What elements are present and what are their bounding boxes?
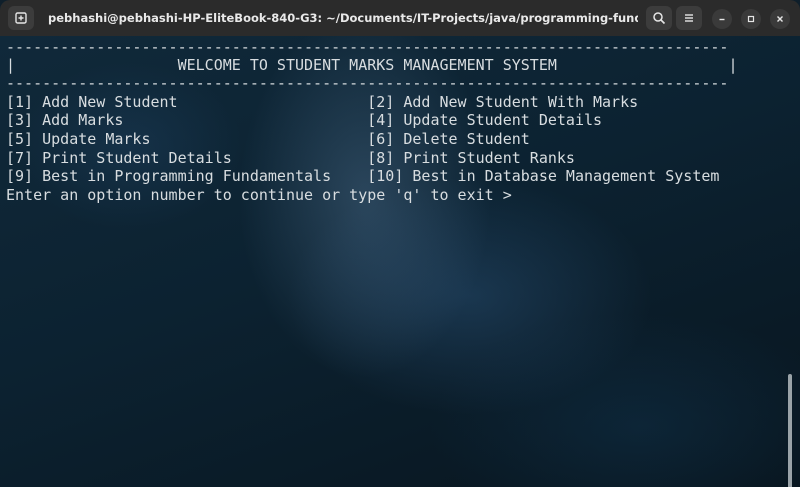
search-button[interactable] bbox=[646, 6, 672, 30]
welcome-banner: | WELCOME TO STUDENT MARKS MANAGEMENT SY… bbox=[6, 56, 738, 74]
input-prompt: Enter an option number to continue or ty… bbox=[6, 186, 512, 204]
close-button[interactable] bbox=[770, 9, 790, 29]
menu-row: [9] Best in Programming Fundamentals [10… bbox=[6, 167, 720, 185]
separator-bottom: ----------------------------------------… bbox=[6, 74, 729, 92]
maximize-button[interactable] bbox=[741, 9, 761, 29]
scrollbar-thumb[interactable] bbox=[788, 374, 792, 487]
new-tab-button[interactable] bbox=[8, 6, 34, 30]
menu-button[interactable] bbox=[676, 6, 702, 30]
search-icon bbox=[653, 12, 666, 25]
title-bar[interactable]: pebhashi@pebhashi-HP-EliteBook-840-G3: ~… bbox=[0, 0, 800, 37]
menu-row: [7] Print Student Details [8] Print Stud… bbox=[6, 149, 575, 167]
close-icon bbox=[777, 16, 783, 22]
terminal-window: pebhashi@pebhashi-HP-EliteBook-840-G3: ~… bbox=[0, 0, 800, 487]
menu-row: [1] Add New Student [2] Add New Student … bbox=[6, 93, 639, 111]
new-tab-icon bbox=[15, 12, 27, 24]
hamburger-menu-icon bbox=[685, 14, 693, 22]
terminal-output[interactable]: ----------------------------------------… bbox=[0, 36, 800, 487]
menu-row: [5] Update Marks [6] Delete Student bbox=[6, 130, 530, 148]
maximize-icon bbox=[747, 15, 755, 23]
minimize-icon bbox=[719, 18, 725, 21]
menu-row: [3] Add Marks [4] Update Student Details bbox=[6, 111, 603, 129]
separator-top: ----------------------------------------… bbox=[6, 38, 729, 56]
minimize-button[interactable] bbox=[712, 9, 732, 29]
window-title: pebhashi@pebhashi-HP-EliteBook-840-G3: ~… bbox=[48, 11, 638, 25]
